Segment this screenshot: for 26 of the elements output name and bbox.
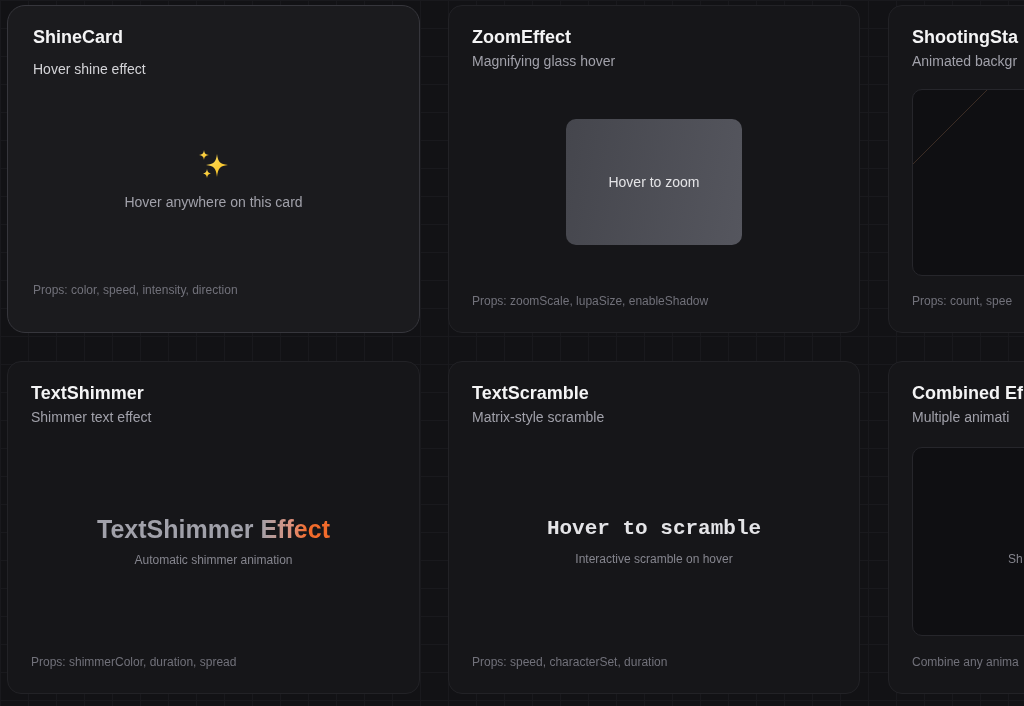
light-streak-icon xyxy=(913,90,987,164)
card-subtitle: Multiple animati xyxy=(912,408,1011,427)
hover-hint-text: Hover anywhere on this card xyxy=(124,192,303,212)
card-subtitle: Hover shine effect xyxy=(33,60,147,79)
props-text: Props: speed, characterSet, duration xyxy=(472,654,669,670)
card-title: ShineCard xyxy=(33,26,125,49)
card-subtitle: Magnifying glass hover xyxy=(472,52,617,71)
card-title: TextShimmer xyxy=(31,382,145,405)
zoom-target-panel[interactable]: Hover to zoom xyxy=(566,119,742,245)
props-text: Props: color, speed, intensity, direction xyxy=(33,282,239,298)
zoom-hint-text: Hover to zoom xyxy=(608,173,700,192)
card-title: ZoomEffect xyxy=(472,26,572,49)
combined-caption: Sh xyxy=(1008,550,1024,567)
props-text: Props: shimmerColor, duration, spread xyxy=(31,654,238,670)
card-subtitle: Animated backgr xyxy=(912,52,1019,71)
scramble-headline[interactable]: Hover to scramble xyxy=(546,514,762,543)
card-title: Combined Ef xyxy=(912,382,1024,405)
props-text: Props: count, spee xyxy=(912,293,1014,309)
props-text: Props: zoomScale, lupaSize, enableShadow xyxy=(472,293,710,309)
card-subtitle: Matrix-style scramble xyxy=(472,408,606,427)
props-text: Combine any anima xyxy=(912,654,1020,670)
shimmer-caption: Automatic shimmer animation xyxy=(134,551,293,568)
scramble-caption: Interactive scramble on hover xyxy=(575,550,733,567)
card-title: TextScramble xyxy=(472,382,590,405)
card-title: ShootingSta xyxy=(912,26,1019,49)
card-subtitle: Shimmer text effect xyxy=(31,408,153,427)
